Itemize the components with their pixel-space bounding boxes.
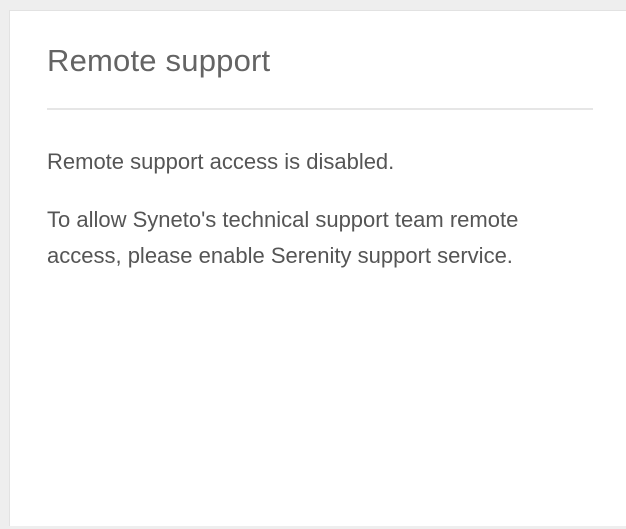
remote-support-info-text: To allow Syneto's technical support team…	[47, 207, 519, 268]
title-divider	[47, 108, 593, 110]
remote-support-card: Remote support Remote support access is …	[9, 10, 626, 526]
page: Remote support Remote support access is …	[0, 0, 626, 529]
card-title: Remote support	[47, 43, 271, 78]
remote-support-status-text: Remote support access is disabled.	[47, 149, 395, 174]
